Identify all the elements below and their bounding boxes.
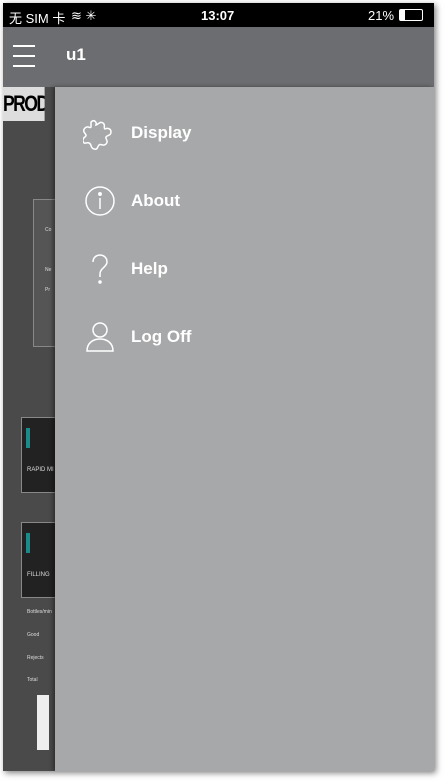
menu-item-log-off[interactable]: Log Off [83,317,191,357]
menu-item-display[interactable]: Display [83,113,191,153]
battery-percent: 21% [368,8,395,23]
screen: 无 SIM 卡 ≋ ✳ 13:07 21% u1 PRODUC Co Ne Pr… [3,3,434,771]
battery-icon [399,9,423,21]
status-bar: 无 SIM 卡 ≋ ✳ 13:07 21% [3,3,434,27]
menu-label: About [131,191,181,210]
bg-label: Good [27,632,40,638]
menu-label: Help [131,259,168,278]
product-image [37,695,49,750]
bg-label: Pr [45,287,50,293]
bg-label: RAPID MI [27,467,54,473]
menu-item-help[interactable]: Help [83,249,168,289]
hamburger-menu-button[interactable] [13,45,35,67]
clock: 13:07 [201,8,235,23]
side-drawer: Display About Help Log Off [55,87,434,771]
user-icon [86,322,114,352]
carrier: 无 SIM 卡 [9,11,66,26]
question-icon [92,254,108,284]
background-content: PRODUC Co Ne Pr RAPID MI FILLING Bottles… [3,87,65,771]
info-icon [85,186,115,216]
bg-label: Bottles/min [27,609,52,615]
wifi-icon: ≋ ✳ [71,8,97,23]
bg-label: Ne [45,267,52,273]
menu-label: Display [131,123,192,142]
menu-label: Log Off [131,327,192,346]
product-header: PRODUC [3,87,45,121]
menu-item-about[interactable]: About [83,181,180,221]
bg-label: Co [45,227,52,233]
nav-bar: u1 [3,27,434,87]
puzzle-icon [83,120,112,150]
bg-label: Total [27,677,38,683]
bg-label: Rejects [27,655,44,661]
page-title: u1 [66,45,86,64]
bg-label: FILLING [27,572,50,578]
